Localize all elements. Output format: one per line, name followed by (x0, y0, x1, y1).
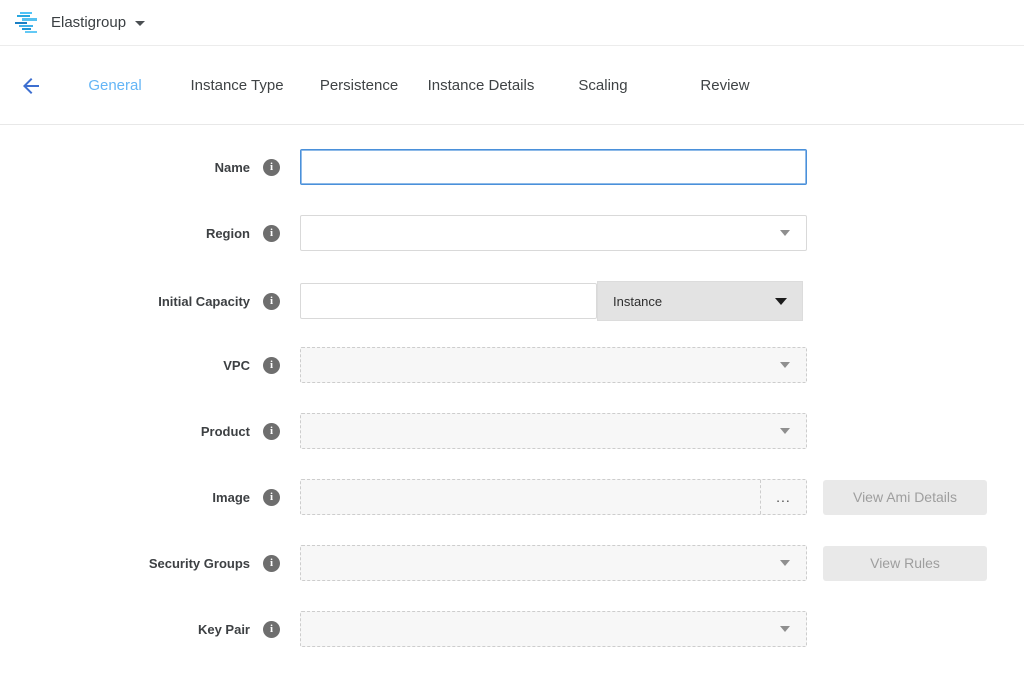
capacity-unit-select[interactable]: Instance (597, 281, 803, 321)
elastigroup-logo-icon (14, 11, 40, 35)
info-icon[interactable]: i (263, 225, 280, 242)
tab-persistence[interactable]: Persistence (298, 71, 420, 100)
region-label: Region (0, 226, 250, 241)
product-label: Product (0, 424, 250, 439)
wizard-tabs: General Instance Type Persistence Instan… (54, 71, 786, 100)
form-row-region: Region i (0, 215, 1024, 251)
info-icon[interactable]: i (263, 621, 280, 638)
product-switcher[interactable]: Elastigroup (14, 11, 145, 35)
key-pair-select[interactable] (300, 611, 807, 647)
image-input[interactable] (301, 480, 760, 514)
tab-instance-details[interactable]: Instance Details (420, 71, 542, 100)
info-icon[interactable]: i (263, 423, 280, 440)
vpc-label: VPC (0, 358, 250, 373)
security-groups-select[interactable] (300, 545, 807, 581)
form-row-product: Product i (0, 413, 1024, 449)
browse-image-button[interactable]: ... (760, 480, 806, 514)
back-button[interactable] (18, 74, 44, 100)
chevron-down-icon (780, 560, 790, 566)
chevron-down-icon (780, 362, 790, 368)
key-pair-label: Key Pair (0, 622, 250, 637)
tab-review[interactable]: Review (664, 71, 786, 100)
view-rules-button[interactable]: View Rules (823, 546, 987, 581)
app-bar: Elastigroup (0, 0, 1024, 46)
tab-general[interactable]: General (54, 71, 176, 100)
general-settings-form: Name i Region i Initial Capacity i Insta… (0, 125, 1024, 647)
image-input-group: ... (300, 479, 807, 515)
initial-capacity-label: Initial Capacity (0, 294, 250, 309)
info-icon[interactable]: i (263, 159, 280, 176)
name-label: Name (0, 160, 250, 175)
form-row-name: Name i (0, 149, 1024, 185)
form-row-initial-capacity: Initial Capacity i Instance (0, 281, 1024, 317)
form-row-image: Image i ... View Ami Details (0, 479, 1024, 515)
chevron-down-icon (135, 21, 145, 26)
form-row-security-groups: Security Groups i View Rules (0, 545, 1024, 581)
capacity-unit-value: Instance (613, 294, 662, 309)
info-icon[interactable]: i (263, 555, 280, 572)
chevron-down-icon (780, 428, 790, 434)
form-row-key-pair: Key Pair i (0, 611, 1024, 647)
name-input[interactable] (300, 149, 807, 185)
chevron-down-icon (780, 230, 790, 236)
initial-capacity-input[interactable] (300, 283, 597, 319)
vpc-select[interactable] (300, 347, 807, 383)
tab-scaling[interactable]: Scaling (542, 71, 664, 100)
view-ami-details-button[interactable]: View Ami Details (823, 480, 987, 515)
form-row-vpc: VPC i (0, 347, 1024, 383)
app-title: Elastigroup (51, 14, 126, 31)
wizard-nav: General Instance Type Persistence Instan… (0, 46, 1024, 125)
info-icon[interactable]: i (263, 293, 280, 310)
product-select[interactable] (300, 413, 807, 449)
image-label: Image (0, 490, 250, 505)
chevron-down-icon (780, 626, 790, 632)
back-arrow-icon (19, 74, 43, 98)
tab-instance-type[interactable]: Instance Type (176, 71, 298, 100)
security-groups-label: Security Groups (0, 556, 250, 571)
info-icon[interactable]: i (263, 357, 280, 374)
info-icon[interactable]: i (263, 489, 280, 506)
region-select[interactable] (300, 215, 807, 251)
chevron-down-icon (775, 298, 787, 305)
